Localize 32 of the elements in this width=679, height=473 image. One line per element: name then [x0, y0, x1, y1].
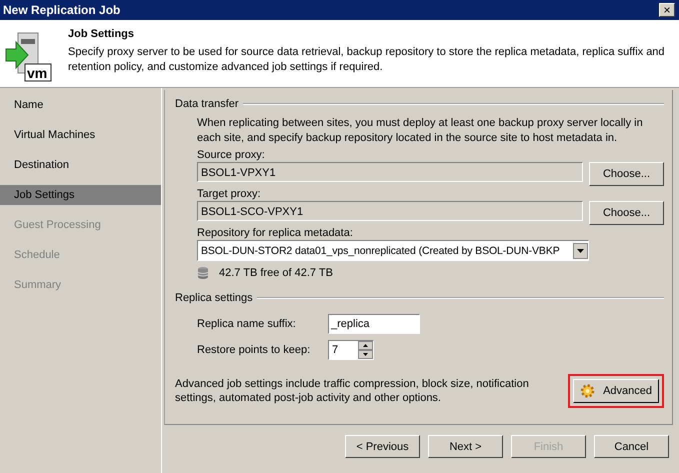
page-title: Job Settings — [68, 28, 136, 40]
page-description: Specify proxy server to be used for source data retrieval, backup repository to store the replica metadata, replica suffix and retention policy, and customize advanced job settings if required. — [68, 45, 666, 75]
field-label: Replica name suffix: — [197, 318, 297, 330]
proxy-field[interactable]: BSOL1-VPXY1 — [197, 162, 583, 182]
field-label: Source proxy: — [197, 149, 266, 161]
choose-button[interactable]: Choose... — [589, 201, 664, 225]
sidebar-item[interactable]: Name — [0, 90, 161, 120]
sidebar-item[interactable]: Destination — [0, 150, 161, 180]
advanced-button[interactable]: Advanced — [573, 379, 659, 403]
group-title: Replica settings — [175, 292, 253, 304]
restore-points-spinner[interactable]: 7 — [328, 340, 374, 360]
gear-icon — [580, 382, 596, 400]
field-label: Restore points to keep: — [197, 344, 312, 356]
close-button[interactable]: × — [659, 3, 675, 17]
footer-button[interactable]: < Previous — [345, 435, 420, 458]
free-space-text: 42.7 TB free of 42.7 TB — [219, 267, 333, 279]
suffix-field[interactable]: _replica — [328, 314, 420, 334]
field-label: Target proxy: — [197, 188, 262, 200]
choose-button[interactable]: Choose... — [589, 162, 664, 186]
repository-dropdown[interactable]: BSOL-DUN-STOR2 data01_vps_nonreplicated (Created by BSOL-DUN-VBKP — [197, 240, 589, 261]
footer-button[interactable]: Cancel — [594, 435, 669, 458]
group-title: Data transfer — [175, 98, 239, 110]
sidebar-item[interactable]: Virtual Machines — [0, 120, 161, 150]
field-label: Repository for replica metadata: — [197, 227, 354, 239]
footer-button[interactable]: Next > — [428, 435, 503, 458]
info-text: When replicating between sites, you must deploy at least one backup proxy server locally in each site, and specify backup repository located in the source site to host metadata in. — [197, 116, 644, 146]
database-icon — [197, 266, 209, 280]
sidebar-item[interactable]: Job Settings — [0, 185, 161, 205]
window-title: New Replication Job — [3, 3, 120, 17]
spin-arrows-icon[interactable] — [358, 341, 373, 359]
proxy-field[interactable]: BSOL1-SCO-VPXY1 — [197, 201, 583, 221]
advanced-info-text: Advanced job settings include traffic compression, block size, notification settings, automated post-job activity and other options. — [175, 377, 530, 405]
